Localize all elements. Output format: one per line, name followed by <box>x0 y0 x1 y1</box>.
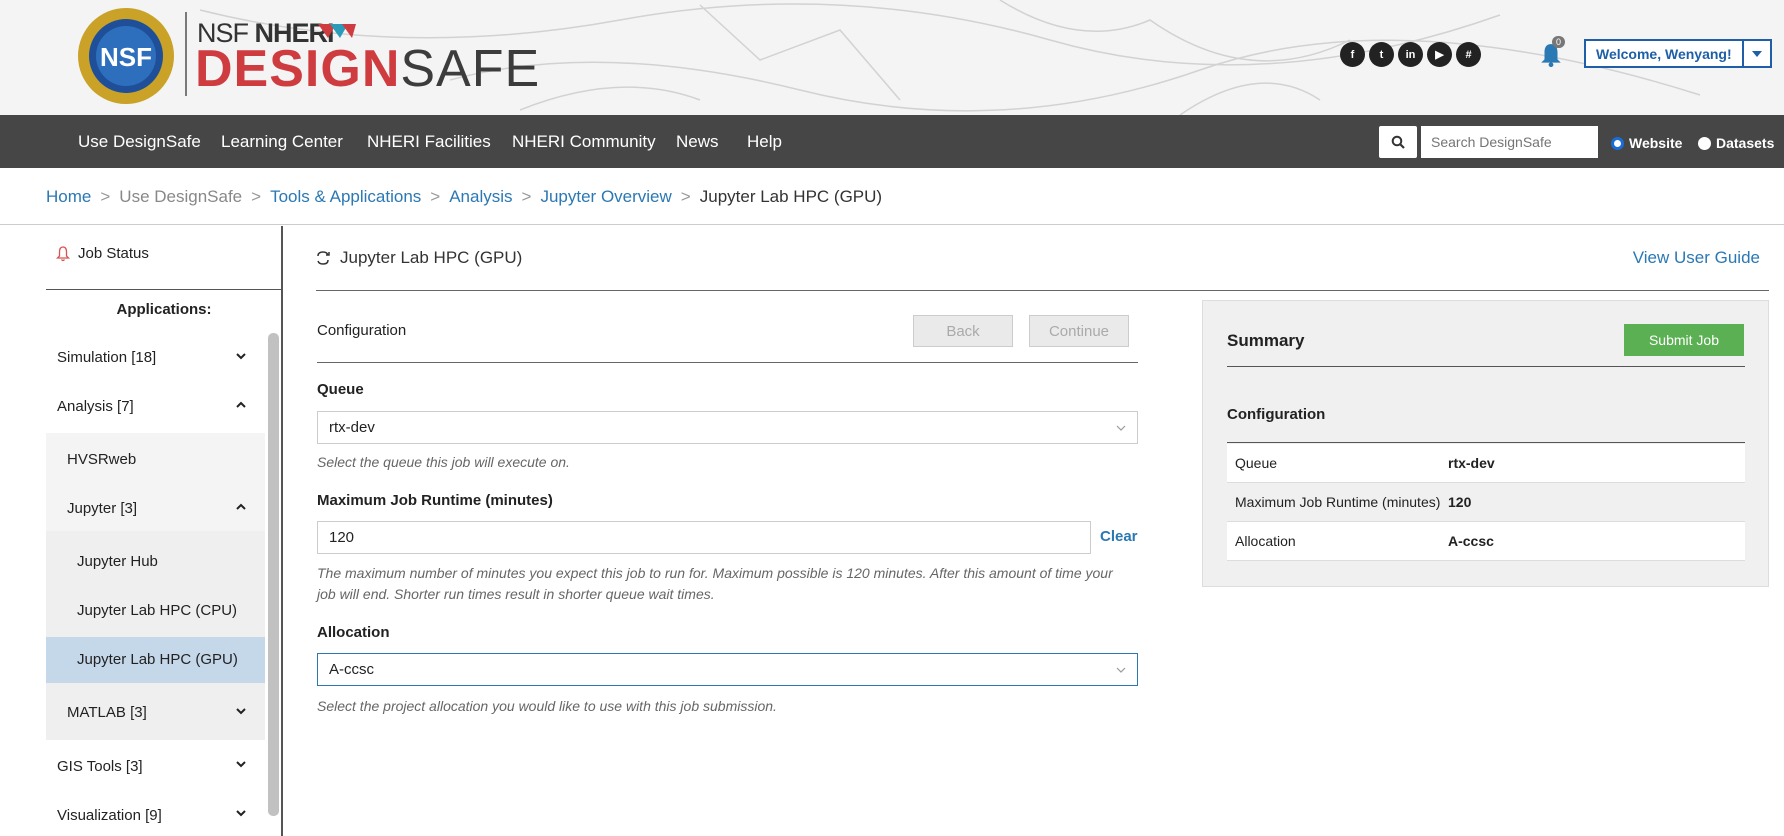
search-input[interactable] <box>1421 126 1598 158</box>
sidebar-item-hvsrweb[interactable]: HVSRweb <box>67 451 136 468</box>
breadcrumb-separator: > <box>521 187 532 206</box>
chevron-down-icon <box>1116 667 1126 673</box>
page-title: Jupyter Lab HPC (GPU) <box>316 248 522 268</box>
queue-label: Queue <box>317 381 364 398</box>
breadcrumb-tools[interactable]: Tools & Applications <box>270 187 421 207</box>
back-button[interactable]: Back <box>913 315 1013 347</box>
nav-learning-center[interactable]: Learning Center <box>221 115 343 168</box>
divider <box>1227 442 1745 443</box>
chevron-down-icon[interactable] <box>234 704 248 718</box>
youtube-icon[interactable]: ▶ <box>1427 42 1452 67</box>
sidebar-item-matlab[interactable]: MATLAB [3] <box>67 704 147 721</box>
breadcrumb-home[interactable]: Home <box>46 187 91 207</box>
breadcrumb-analysis[interactable]: Analysis <box>449 187 512 207</box>
sidebar-divider <box>46 289 282 290</box>
sidebar-item-simulation[interactable]: Simulation [18] <box>57 349 156 366</box>
queue-help-text: Select the queue this job will execute o… <box>317 454 570 470</box>
slack-icon[interactable]: # <box>1456 42 1481 67</box>
sidebar-scrollbar[interactable] <box>268 333 279 816</box>
radio-datasets[interactable]: Datasets <box>1698 135 1774 151</box>
breadcrumb-separator: > <box>251 187 262 206</box>
sidebar-item-jupyter-lab-gpu[interactable]: Jupyter Lab HPC (GPU) <box>77 651 238 668</box>
allocation-label: Allocation <box>317 624 390 641</box>
logo-divider <box>185 12 187 96</box>
summary-table: Queue rtx-dev Maximum Job Runtime (minut… <box>1227 444 1745 561</box>
sidebar-item-jupyter-hub[interactable]: Jupyter Hub <box>77 553 158 570</box>
runtime-label: Maximum Job Runtime (minutes) <box>317 492 553 509</box>
queue-select[interactable]: rtx-dev <box>317 411 1138 444</box>
sidebar-item-visualization[interactable]: Visualization [9] <box>57 807 162 824</box>
designsafe-wordmark: DESIGNSAFE <box>195 40 541 98</box>
runtime-help-text: The maximum number of minutes you expect… <box>317 565 1113 602</box>
linkedin-icon[interactable]: in <box>1398 42 1423 67</box>
main-nav: Use DesignSafe Learning Center NHERI Fac… <box>0 115 1784 168</box>
table-row: Queue rtx-dev <box>1227 444 1745 483</box>
chevron-down-icon[interactable] <box>234 349 248 363</box>
summary-configuration-heading: Configuration <box>1227 406 1326 423</box>
social-links: f t in ▶ # <box>1340 42 1481 67</box>
site-header: NSF NSF NHERI DESIGNSAFE <box>0 0 1784 115</box>
configuration-title: Configuration <box>317 322 407 339</box>
allocation-help-text: Select the project allocation you would … <box>317 698 777 714</box>
user-menu[interactable]: Welcome, Wenyang! <box>1584 39 1772 68</box>
breadcrumb-separator: > <box>100 187 111 206</box>
breadcrumb: Home > Use DesignSafe > Tools & Applicat… <box>46 187 882 207</box>
refresh-icon <box>317 251 330 265</box>
chevron-up-icon[interactable] <box>234 500 248 514</box>
facebook-icon[interactable]: f <box>1340 42 1365 67</box>
nav-nheri-facilities[interactable]: NHERI Facilities <box>367 115 491 168</box>
radio-selected-icon[interactable] <box>1611 136 1624 150</box>
notification-count-badge: 0 <box>1552 36 1566 48</box>
clear-button[interactable]: Clear <box>1100 528 1138 545</box>
nav-help[interactable]: Help <box>747 115 782 168</box>
divider <box>1227 366 1745 367</box>
nheri-waves-logo <box>318 24 356 38</box>
table-row: Maximum Job Runtime (minutes) 120 <box>1227 483 1745 522</box>
chevron-down-icon <box>1116 425 1126 431</box>
chevron-down-icon[interactable] <box>234 806 248 820</box>
applications-heading: Applications: <box>116 301 212 318</box>
sidebar-item-jupyter[interactable]: Jupyter [3] <box>67 500 137 517</box>
chevron-down-icon[interactable] <box>234 757 248 771</box>
submit-job-button[interactable]: Submit Job <box>1624 324 1744 356</box>
nav-news[interactable]: News <box>676 115 719 168</box>
table-row: Allocation A-ccsc <box>1227 522 1745 561</box>
continue-button[interactable]: Continue <box>1029 315 1129 347</box>
summary-title: Summary <box>1227 331 1305 350</box>
search-icon <box>1391 135 1405 149</box>
bell-outline-icon <box>56 245 70 261</box>
breadcrumb-separator: > <box>430 187 441 206</box>
sidebar-item-analysis[interactable]: Analysis [7] <box>57 398 134 415</box>
divider <box>317 362 1138 363</box>
runtime-input[interactable]: 120 <box>317 521 1091 554</box>
search-button[interactable] <box>1379 126 1417 158</box>
divider <box>0 224 1784 225</box>
radio-unselected-icon[interactable] <box>1698 136 1711 150</box>
breadcrumb-separator: > <box>680 187 691 206</box>
welcome-label[interactable]: Welcome, Wenyang! <box>1586 46 1742 62</box>
radio-website[interactable]: Website <box>1611 135 1682 151</box>
view-user-guide-link[interactable]: View User Guide <box>1633 248 1760 268</box>
nsf-seal-logo: NSF <box>78 8 174 104</box>
nav-use-designsafe[interactable]: Use DesignSafe <box>78 115 201 168</box>
caret-down-icon[interactable] <box>1741 41 1770 66</box>
divider <box>316 290 1769 291</box>
nav-nheri-community[interactable]: NHERI Community <box>512 115 656 168</box>
svg-text:NSF: NSF <box>100 42 152 72</box>
sidebar-item-gis-tools[interactable]: GIS Tools [3] <box>57 758 143 775</box>
breadcrumb-use-designsafe: Use DesignSafe <box>119 187 243 206</box>
sidebar-item-jupyter-lab-cpu[interactable]: Jupyter Lab HPC (CPU) <box>77 602 237 619</box>
twitter-icon[interactable]: t <box>1369 42 1394 67</box>
breadcrumb-jupyter-overview[interactable]: Jupyter Overview <box>540 187 671 207</box>
allocation-select[interactable]: A-ccsc <box>317 653 1138 686</box>
chevron-up-icon[interactable] <box>234 398 248 412</box>
job-status-link[interactable]: Job Status <box>56 245 149 262</box>
breadcrumb-current: Jupyter Lab HPC (GPU) <box>699 187 883 206</box>
